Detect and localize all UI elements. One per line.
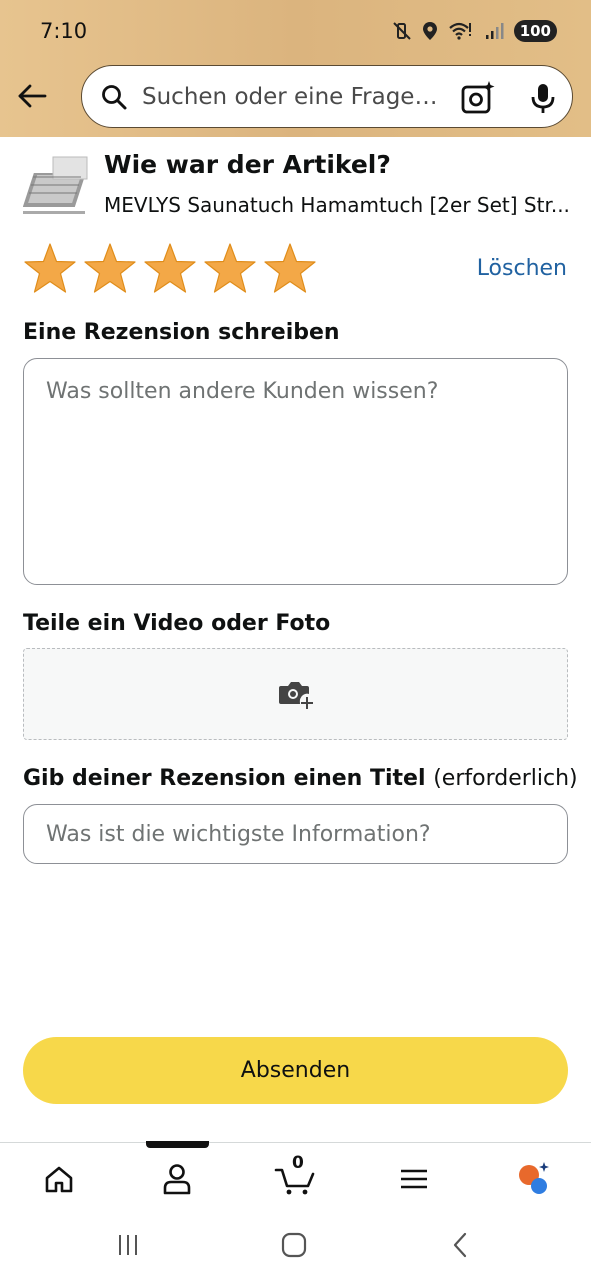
bottom-nav: 0	[0, 1141, 591, 1210]
title-label: Gib deiner Rezension einen Titel (erford…	[23, 766, 578, 791]
app-header: 7:10 100	[0, 0, 591, 137]
search-bar[interactable]	[81, 65, 573, 128]
title-label-text: Gib deiner Rezension einen Titel	[23, 766, 426, 791]
search-input[interactable]	[142, 78, 460, 116]
add-photo-icon[interactable]	[278, 678, 314, 710]
wifi-icon	[448, 21, 474, 41]
cart-icon[interactable]: 0	[265, 1153, 325, 1201]
account-icon[interactable]	[147, 1157, 207, 1201]
product-thumbnail	[23, 151, 93, 217]
review-heading: Wie war der Artikel?	[104, 150, 391, 179]
review-label: Eine Rezension schreiben	[23, 320, 340, 345]
star-icon[interactable]	[263, 242, 317, 296]
title-input-box[interactable]	[23, 804, 568, 864]
required-note: (erforderlich)	[433, 766, 578, 791]
search-icon[interactable]	[100, 83, 128, 111]
media-label: Teile ein Video oder Foto	[23, 611, 331, 636]
cart-count: 0	[292, 1153, 304, 1173]
product-name: MEVLYS Saunatuch Hamamtuch [2er Set] Str…	[104, 193, 570, 217]
mute-vibrate-icon	[392, 21, 412, 41]
status-icons: 100	[392, 20, 557, 42]
system-nav-bar	[0, 1210, 591, 1280]
status-bar: 7:10 100	[0, 0, 591, 62]
title-input[interactable]	[24, 805, 567, 863]
location-icon	[422, 21, 438, 41]
star-icon[interactable]	[23, 242, 77, 296]
recent-apps-icon[interactable]	[108, 1230, 148, 1260]
clear-rating-link[interactable]: Löschen	[477, 256, 567, 281]
battery-icon: 100	[513, 20, 557, 42]
star-icon[interactable]	[83, 242, 137, 296]
review-textarea[interactable]	[24, 359, 567, 584]
back-arrow-icon[interactable]	[14, 78, 50, 114]
submit-button[interactable]: Absenden	[23, 1037, 568, 1104]
star-icon[interactable]	[143, 242, 197, 296]
review-textarea-box[interactable]	[23, 358, 568, 585]
active-tab-indicator	[146, 1141, 209, 1148]
star-rating[interactable]	[23, 242, 317, 296]
camera-lens-icon[interactable]	[460, 80, 496, 116]
home-icon[interactable]	[29, 1157, 89, 1201]
signal-icon	[484, 21, 504, 41]
microphone-icon[interactable]	[528, 82, 558, 114]
menu-icon[interactable]	[384, 1157, 444, 1201]
status-time: 7:10	[40, 19, 88, 43]
system-back-icon[interactable]	[440, 1230, 480, 1260]
star-icon[interactable]	[203, 242, 257, 296]
media-upload-area[interactable]	[23, 648, 568, 740]
home-button-icon[interactable]	[274, 1230, 314, 1260]
assistant-icon[interactable]	[502, 1157, 562, 1201]
